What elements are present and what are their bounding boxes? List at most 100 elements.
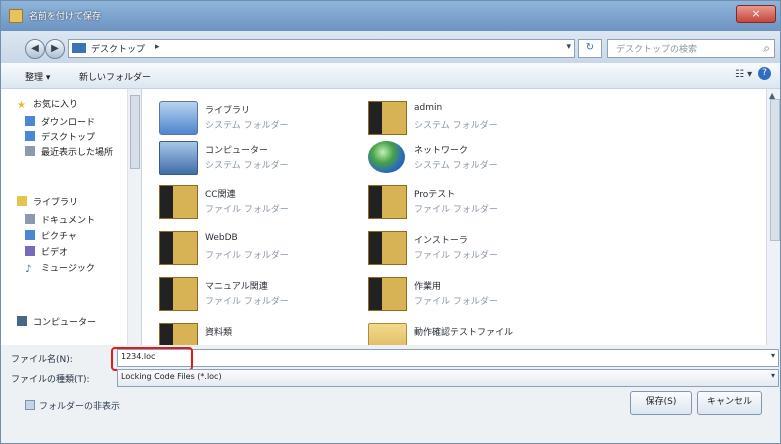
nav-item-desktop[interactable]: デスクトップ xyxy=(25,130,95,144)
search-placeholder: デスクトップの検索 xyxy=(616,45,698,55)
filetype-select[interactable]: Locking Code Files (*.loc) ▾ xyxy=(117,369,779,387)
chevron-right-icon: ▸ xyxy=(155,42,160,52)
save-options-area: ファイル名(N): 1234.loc ▾ ファイルの種類(T): Locking… xyxy=(1,345,780,443)
folder-icon xyxy=(368,185,407,219)
music-icon: ♪ xyxy=(25,264,32,275)
file-name: ネットワーク xyxy=(414,146,469,156)
folder-icon xyxy=(368,231,407,265)
chevron-down-icon[interactable]: ▾ xyxy=(771,371,775,380)
nav-item-recent[interactable]: 最近表示した場所 xyxy=(25,145,113,159)
chevron-down-icon[interactable]: ▾ xyxy=(771,351,775,360)
computer-icon xyxy=(159,141,198,175)
hide-folders-label: フォルダーの非表示 xyxy=(39,402,121,412)
nav-item-downloads[interactable]: ダウンロード xyxy=(25,115,95,129)
title-bar: 名前を付けて保存 × xyxy=(1,1,780,31)
file-item-network[interactable]: ネットワークシステム フォルダー xyxy=(368,139,613,181)
library-icon xyxy=(159,101,198,135)
nav-item-label: ミュージック xyxy=(41,264,95,274)
file-type: システム フォルダー xyxy=(205,121,289,131)
file-name: コンピューター xyxy=(205,146,269,156)
save-dialog: 名前を付けて保存 × ◀ ▶ デスクトップ ▸ ▾ ↻ デスクトップの検索 ⌕ … xyxy=(0,0,781,444)
search-icon: ⌕ xyxy=(763,41,770,55)
chevron-up-icon xyxy=(25,400,35,410)
folder-icon xyxy=(159,231,198,265)
file-item-admin[interactable]: admin システム フォルダー xyxy=(368,99,613,141)
nav-item-label: ドキュメント xyxy=(41,216,96,226)
file-name: CC関連 xyxy=(205,190,236,200)
nav-item-documents[interactable]: ドキュメント xyxy=(25,213,95,227)
nav-item-label: ダウンロード xyxy=(41,118,96,128)
file-name: admin xyxy=(414,103,443,113)
nav-item-label: ビデオ xyxy=(41,248,69,258)
nav-item-libraries[interactable]: ライブラリ xyxy=(17,195,78,209)
organize-button[interactable]: 整理 ▾ xyxy=(25,70,50,83)
file-name: ライブラリ xyxy=(205,106,251,116)
nav-item-computer[interactable]: コンピューター xyxy=(17,315,96,329)
file-item-pro-test[interactable]: Proテスト ファイル フォルダー xyxy=(368,183,613,225)
filename-input[interactable]: 1234.loc ▾ xyxy=(117,349,779,367)
path-field[interactable]: デスクトップ ▸ ▾ xyxy=(68,39,575,58)
file-name: 作業用 xyxy=(414,282,442,292)
nav-item-pictures[interactable]: ピクチャ xyxy=(25,229,77,243)
forward-button[interactable]: ▶ xyxy=(45,39,65,59)
scrollbar-thumb[interactable] xyxy=(130,95,140,169)
file-list-scrollbar[interactable]: ▲ xyxy=(766,89,780,345)
nav-item-videos[interactable]: ビデオ xyxy=(25,245,68,259)
navigation-scrollbar[interactable] xyxy=(127,89,141,345)
folder-icon xyxy=(159,323,198,345)
save-button[interactable]: 保存(S) xyxy=(630,391,692,415)
user-folder-icon xyxy=(368,101,407,135)
close-button[interactable]: × xyxy=(736,5,776,23)
back-button[interactable]: ◀ xyxy=(25,39,45,59)
library-icon xyxy=(17,196,27,206)
refresh-button[interactable]: ↻ xyxy=(578,39,602,58)
recent-places-icon xyxy=(25,146,35,156)
nav-item-label: コンピューター xyxy=(33,318,97,328)
network-icon xyxy=(368,141,405,173)
nav-item-label: ライブラリ xyxy=(33,198,79,208)
filename-row: ファイル名(N): 1234.loc ▾ xyxy=(1,347,780,371)
file-item-installer[interactable]: インストーラ ファイル フォルダー xyxy=(368,229,613,271)
search-input[interactable]: デスクトップの検索 ⌕ xyxy=(607,39,775,58)
file-item-test-file[interactable]: 動作確認テストファイル xyxy=(368,321,613,345)
computer-icon xyxy=(17,316,27,326)
file-type: システム フォルダー xyxy=(205,161,289,171)
help-icon[interactable]: ? xyxy=(758,67,771,80)
pictures-icon xyxy=(25,230,35,240)
path-text: デスクトップ xyxy=(91,45,146,55)
view-options-button[interactable]: ☷ ▾ xyxy=(735,69,752,80)
filename-highlight xyxy=(111,347,193,371)
nav-item-label: お気に入り xyxy=(33,100,79,110)
filetype-row: ファイルの種類(T): Locking Code Files (*.loc) ▾ xyxy=(1,369,780,387)
video-icon xyxy=(25,246,35,256)
nav-item-music[interactable]: ♪ ミュージック xyxy=(25,261,95,275)
app-icon xyxy=(9,9,23,23)
nav-item-favorites[interactable]: ★ お気に入り xyxy=(17,97,78,111)
window-title: 名前を付けて保存 xyxy=(29,12,102,22)
file-type: システム フォルダー xyxy=(414,121,498,131)
file-type: ファイル フォルダー xyxy=(205,205,289,215)
filetype-label: ファイルの種類(T): xyxy=(11,375,90,385)
desktop-icon xyxy=(25,131,35,141)
download-icon xyxy=(25,116,35,126)
folder-icon xyxy=(72,43,86,53)
star-icon: ★ xyxy=(17,100,26,111)
file-name: 動作確認テストファイル xyxy=(414,328,514,338)
folder-icon xyxy=(368,323,407,345)
chevron-down-icon[interactable]: ▾ xyxy=(566,42,571,52)
file-item-work[interactable]: 作業用 ファイル フォルダー xyxy=(368,275,613,317)
toolbar: 整理 ▾ 新しいフォルダー ☷ ▾ ? xyxy=(1,63,780,89)
file-name: 資料類 xyxy=(205,328,233,338)
file-name: インストーラ xyxy=(414,236,468,246)
filename-label: ファイル名(N): xyxy=(11,355,73,365)
hide-folders-toggle[interactable]: フォルダーの非表示 xyxy=(25,399,120,412)
scrollbar-thumb[interactable] xyxy=(770,99,780,241)
file-name: WebDB xyxy=(205,233,238,243)
cancel-button[interactable]: キャンセル xyxy=(697,391,762,415)
new-folder-button[interactable]: 新しいフォルダー xyxy=(79,70,151,83)
documents-icon xyxy=(25,214,35,224)
file-type: システム フォルダー xyxy=(414,161,498,171)
folder-icon xyxy=(159,185,198,219)
nav-item-label: 最近表示した場所 xyxy=(41,148,114,158)
file-name: マニュアル関連 xyxy=(205,282,268,292)
